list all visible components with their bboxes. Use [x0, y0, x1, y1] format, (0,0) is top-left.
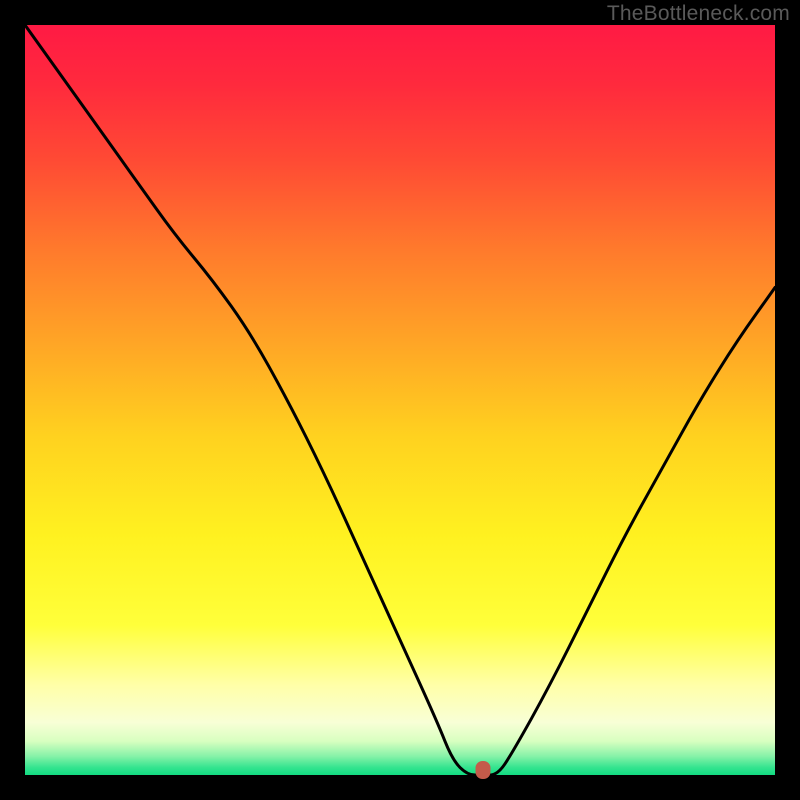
curve-layer — [25, 25, 775, 775]
watermark-text: TheBottleneck.com — [607, 2, 790, 26]
plot-area — [25, 25, 775, 775]
trough-marker — [475, 761, 490, 779]
chart-frame: TheBottleneck.com — [0, 0, 800, 800]
bottleneck-curve — [25, 25, 775, 775]
